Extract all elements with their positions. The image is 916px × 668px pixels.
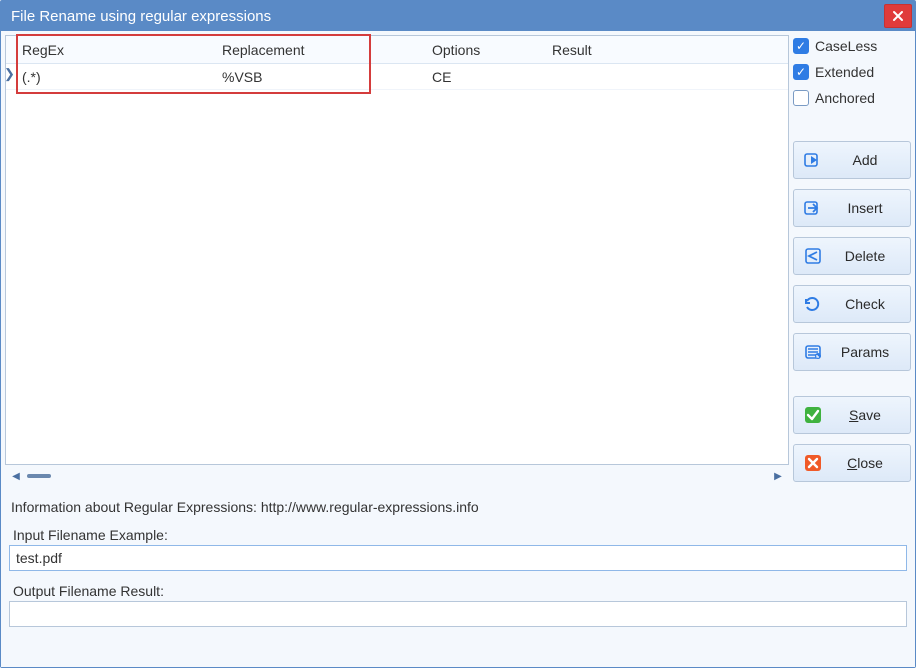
insert-icon <box>804 199 822 217</box>
column-header-regex[interactable]: RegEx <box>6 38 216 62</box>
check-button[interactable]: Check <box>793 285 911 323</box>
scroll-left-icon[interactable]: ◀ <box>9 469 23 483</box>
input-example-field[interactable] <box>9 545 907 571</box>
grid-wrap: ❯ RegEx Replacement Options Result (.*) … <box>1 31 789 491</box>
window-close-button[interactable] <box>884 4 912 28</box>
column-header-replacement[interactable]: Replacement <box>216 38 426 62</box>
params-icon <box>804 343 822 361</box>
side-panel: CaseLess Extended Anchored Exit Match <box>789 31 915 491</box>
output-result-label: Output Filename Result: <box>9 581 907 601</box>
scroll-thumb[interactable] <box>27 474 51 478</box>
info-text: Information about Regular Expressions: h… <box>9 499 907 525</box>
grid-header: RegEx Replacement Options Result <box>6 36 788 64</box>
column-header-result[interactable]: Result <box>546 38 788 62</box>
add-icon <box>804 151 822 169</box>
info-url[interactable]: http://www.regular-expressions.info <box>261 499 479 515</box>
table-row[interactable]: (.*) %VSB CE <box>6 64 788 90</box>
save-button-label: Save <box>830 407 900 423</box>
params-button-label: Params <box>830 344 900 360</box>
content-area: ❯ RegEx Replacement Options Result (.*) … <box>1 31 915 667</box>
insert-button-label: Insert <box>830 200 900 216</box>
checkbox-caseless-label: CaseLess <box>815 38 877 54</box>
bottom-panel: Information about Regular Expressions: h… <box>1 491 915 637</box>
cell-replacement[interactable]: %VSB <box>216 65 426 89</box>
checkbox-anchored-label: Anchored <box>815 90 875 106</box>
cell-options[interactable]: CE <box>426 65 546 89</box>
info-prefix: Information about Regular Expressions: <box>11 499 261 515</box>
output-result-field <box>9 601 907 627</box>
checkbox-caseless-box[interactable] <box>793 38 809 54</box>
close-icon <box>804 454 822 472</box>
row-indicator-icon: ❯ <box>5 66 15 82</box>
button-stack: Add Insert Delete <box>793 141 911 371</box>
checkbox-caseless[interactable]: CaseLess <box>789 35 911 57</box>
close-icon <box>892 10 904 22</box>
cell-result[interactable] <box>546 73 788 81</box>
delete-button-label: Delete <box>830 248 900 264</box>
window-title: File Rename using regular expressions <box>11 8 271 25</box>
check-button-label: Check <box>830 296 900 312</box>
close-button[interactable]: Close <box>793 444 911 482</box>
scroll-right-icon[interactable]: ▶ <box>771 469 785 483</box>
insert-button[interactable]: Insert <box>793 189 911 227</box>
save-icon <box>804 406 822 424</box>
checkbox-anchored[interactable]: Anchored <box>789 87 911 109</box>
close-button-label: Close <box>830 455 900 471</box>
checkbox-extended-box[interactable] <box>793 64 809 80</box>
cell-regex[interactable]: (.*) <box>6 65 216 89</box>
save-close-stack: Save Close <box>793 396 911 482</box>
delete-icon <box>804 247 822 265</box>
main-row: ❯ RegEx Replacement Options Result (.*) … <box>1 31 915 491</box>
title-bar: File Rename using regular expressions <box>1 1 915 31</box>
regex-grid[interactable]: ❯ RegEx Replacement Options Result (.*) … <box>5 35 789 465</box>
save-button[interactable]: Save <box>793 396 911 434</box>
add-button-label: Add <box>830 152 900 168</box>
horizontal-scrollbar[interactable]: ◀ ▶ <box>5 465 789 487</box>
check-icon <box>804 295 822 313</box>
add-button[interactable]: Add <box>793 141 911 179</box>
checkbox-anchored-box[interactable] <box>793 90 809 106</box>
delete-button[interactable]: Delete <box>793 237 911 275</box>
input-example-label: Input Filename Example: <box>9 525 907 545</box>
checkbox-extended[interactable]: Extended <box>789 61 911 83</box>
column-header-options[interactable]: Options <box>426 38 546 62</box>
checkbox-extended-label: Extended <box>815 64 874 80</box>
params-button[interactable]: Params <box>793 333 911 371</box>
